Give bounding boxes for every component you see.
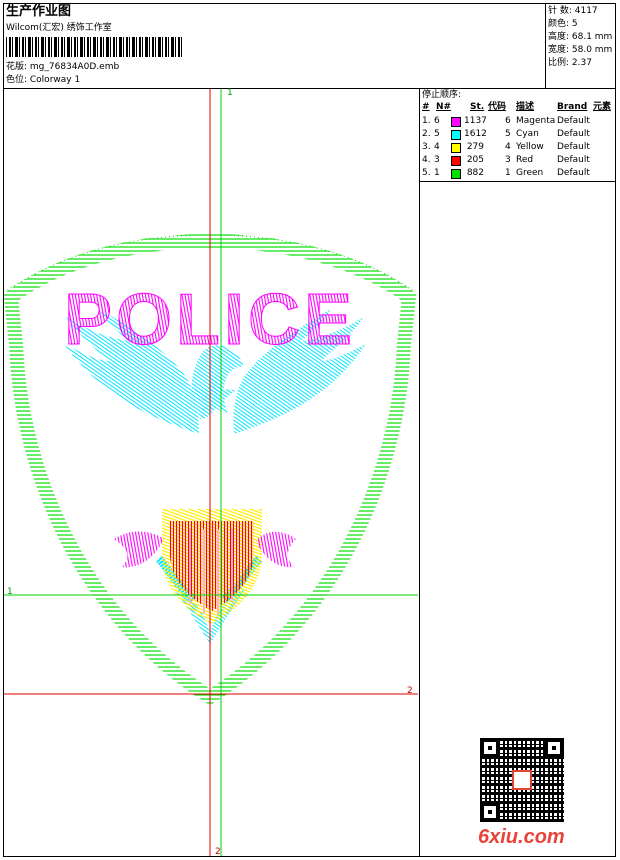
col-header-stitches: St.: [470, 102, 485, 112]
design-width: 宽度: 58.0 mm: [548, 45, 613, 55]
row-number: 2.: [422, 129, 431, 139]
row-brand: Default: [557, 155, 590, 165]
color-swatch: [451, 117, 461, 127]
design-canvas: POLICE: [4, 89, 418, 856]
design-file-name: 花版: mg_76834A0D.emb: [6, 62, 120, 72]
color-count: 颜色: 5: [548, 19, 578, 29]
row-code: 6: [505, 116, 511, 126]
row-needle: 4: [434, 142, 440, 152]
right-branch: [256, 531, 296, 568]
panel-divider: [419, 88, 420, 857]
stop-table-bottom: [419, 181, 616, 182]
company-name: Wilcom(汇宏) 绣饰工作室: [6, 23, 112, 33]
design-height: 高度: 68.1 mm: [548, 32, 613, 42]
row-needle: 5: [434, 129, 440, 139]
qr-center-logo: [512, 770, 532, 790]
row-code: 4: [505, 142, 511, 152]
row-code: 5: [505, 129, 511, 139]
qr-finder-bl: [480, 802, 500, 822]
guide-label-bottom: 2: [215, 847, 221, 857]
col-header-description: 描述: [516, 102, 535, 112]
stitch-count: 针 数: 4117: [548, 6, 598, 16]
stop-sequence-label: 停止顺序:: [422, 90, 462, 100]
guide-label-right: 2: [407, 686, 413, 696]
row-brand: Default: [557, 116, 590, 126]
row-description: Magenta: [516, 116, 556, 126]
watermark-logo: 6xiu.com: [478, 826, 565, 848]
col-header-element: 元素: [593, 102, 612, 112]
col-header-needle: N#: [436, 102, 452, 112]
col-header-code: 代码: [488, 102, 507, 112]
col-header-brand: Brand: [557, 102, 588, 112]
row-stitches: 1612: [464, 129, 487, 139]
color-swatch: [451, 156, 461, 166]
row-code: 1: [505, 168, 511, 178]
col-header-num: #: [422, 102, 430, 112]
color-swatch: [451, 143, 461, 153]
row-number: 1.: [422, 116, 431, 126]
color-swatch: [451, 169, 461, 179]
color-swatch: [451, 130, 461, 140]
row-description: Yellow: [516, 142, 544, 152]
row-brand: Default: [557, 168, 590, 178]
row-stitches: 882: [466, 168, 484, 178]
stats-divider: [545, 3, 546, 88]
row-description: Red: [516, 155, 534, 165]
row-description: Cyan: [516, 129, 539, 139]
row-needle: 6: [434, 116, 440, 126]
row-needle: 3: [434, 155, 440, 165]
row-number: 4.: [422, 155, 431, 165]
page-title: 生产作业图: [6, 4, 72, 19]
guide-label-left: 1: [7, 587, 13, 597]
row-description: Green: [516, 168, 544, 178]
row-number: 5.: [422, 168, 431, 178]
colorway-name: 色位: Colorway 1: [6, 75, 81, 85]
row-stitches: 1137: [464, 116, 487, 126]
qr-finder-tr: [544, 738, 564, 758]
row-stitches: 205: [466, 155, 484, 165]
row-stitches: 279: [466, 142, 484, 152]
row-brand: Default: [557, 129, 590, 139]
design-scale: 比例: 2.37: [548, 58, 592, 68]
row-code: 3: [505, 155, 511, 165]
barcode: [6, 37, 182, 57]
row-number: 3.: [422, 142, 431, 152]
row-needle: 1: [434, 168, 440, 178]
guide-label-top: 1: [227, 88, 233, 98]
qr-finder-tl: [480, 738, 500, 758]
row-brand: Default: [557, 142, 590, 152]
